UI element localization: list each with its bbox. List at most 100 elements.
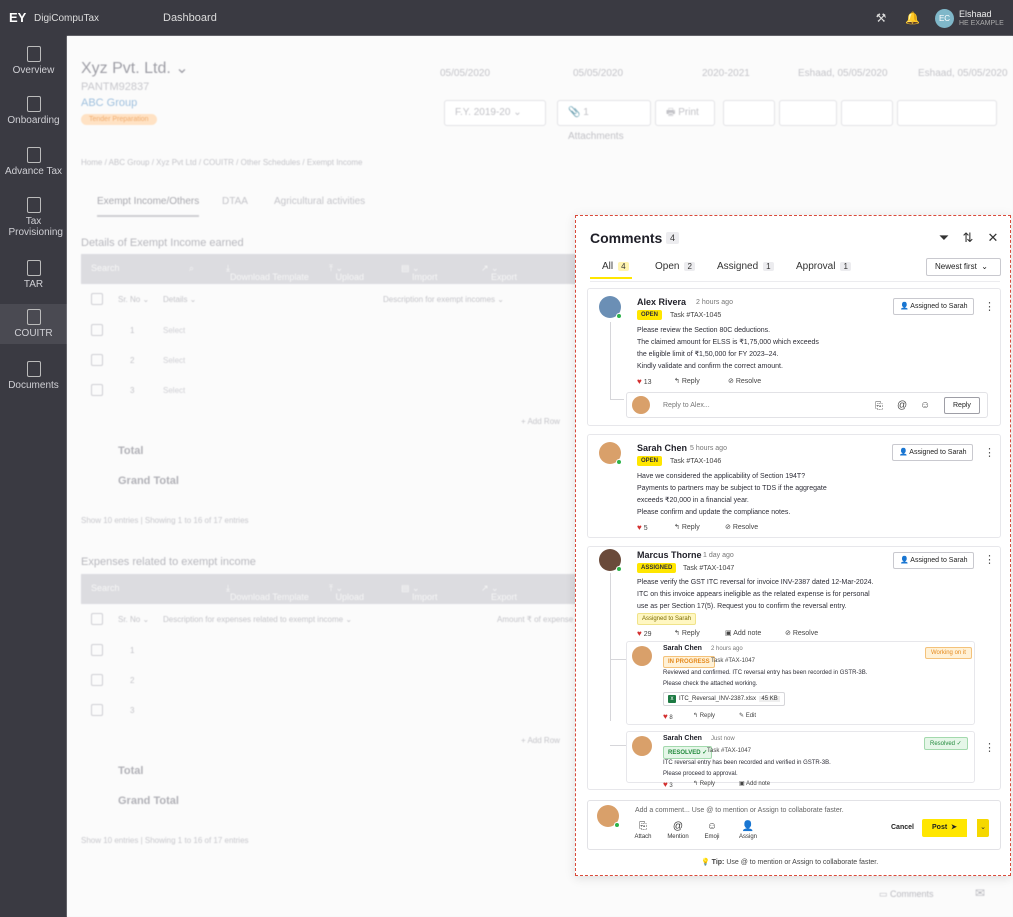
download-template-button[interactable]: ⤓ Download Template xyxy=(226,263,309,282)
sort-icon[interactable]: ⇅ xyxy=(960,230,976,246)
column-header[interactable]: Description for exempt incomes ⌄ xyxy=(383,295,504,304)
add-note-button[interactable]: ▣ Add note xyxy=(739,780,770,787)
more-icon[interactable]: ⋮ xyxy=(984,553,995,566)
toolbar-button[interactable] xyxy=(779,100,837,126)
author-name[interactable]: Alex Rivera xyxy=(637,297,686,307)
comments-toggle[interactable]: ▭ Comments xyxy=(879,889,934,900)
author-name[interactable]: Sarah Chen xyxy=(637,443,687,453)
page-title[interactable]: Dashboard xyxy=(163,12,217,24)
row-checkbox[interactable] xyxy=(91,644,103,656)
tools-icon[interactable]: ⚒ xyxy=(874,11,888,25)
reply-submit-button[interactable]: Reply xyxy=(944,397,980,414)
author-name[interactable]: Sarah Chen xyxy=(663,645,702,652)
upload-button[interactable]: ⤒ Upload ⌄ xyxy=(329,583,364,602)
search-input[interactable]: Search xyxy=(91,583,120,593)
row-checkbox[interactable] xyxy=(91,674,103,686)
column-header[interactable]: Sr. No ⌄ xyxy=(118,295,149,304)
column-header[interactable]: Details ⌄ xyxy=(163,295,196,304)
reply-button[interactable]: ↰ Reply xyxy=(693,780,715,787)
toolbar-button[interactable] xyxy=(723,100,775,126)
edit-button[interactable]: ✎ Edit xyxy=(739,712,756,719)
details-select[interactable]: Select xyxy=(163,386,185,395)
emoji-icon[interactable]: ☺ xyxy=(920,400,930,411)
attach-icon[interactable]: ⎘ xyxy=(875,401,883,412)
attachment-file[interactable]: x ITC_Reversal_INV-2387.xlsx 45 KB xyxy=(663,692,785,706)
row-checkbox[interactable] xyxy=(91,704,103,716)
tab-assigned[interactable]: Assigned 1 xyxy=(717,261,774,272)
sort-select[interactable]: Newest first ⌄ xyxy=(926,258,1001,276)
sidebar-item-tar[interactable]: TAR xyxy=(0,260,67,290)
fy-select[interactable]: F.Y. 2019-20 ⌄ xyxy=(444,100,546,126)
reply-button[interactable]: ↰ Reply xyxy=(674,377,700,385)
toolbar-button[interactable] xyxy=(841,100,893,126)
sidebar-item-overview[interactable]: Overview xyxy=(0,46,67,76)
like-button[interactable]: ♥ 13 xyxy=(637,377,652,386)
upload-button[interactable]: ⤒ Upload ⌄ xyxy=(329,263,364,282)
attach-button[interactable]: ⎘ Attach xyxy=(631,821,655,840)
more-icon[interactable]: ⋮ xyxy=(984,300,995,313)
company-name[interactable]: Xyz Pvt. Ltd. ⌄ xyxy=(81,58,189,78)
tab-open[interactable]: Open 2 xyxy=(655,261,695,272)
author-name[interactable]: Sarah Chen xyxy=(663,735,702,742)
assign-button[interactable]: 👤 Assigned to Sarah xyxy=(893,552,975,569)
task-id[interactable]: Task #TAX-1047 xyxy=(711,658,755,664)
sidebar-item-documents[interactable]: Documents xyxy=(0,361,67,391)
like-button[interactable]: ♥ 3 xyxy=(663,780,673,789)
row-checkbox[interactable] xyxy=(91,324,103,336)
task-id[interactable]: Task #TAX-1047 xyxy=(683,565,734,572)
download-template-button[interactable]: ⤓ Download Template xyxy=(226,583,309,602)
row-checkbox[interactable] xyxy=(91,354,103,366)
row-checkbox[interactable] xyxy=(91,384,103,396)
toolbar-button[interactable] xyxy=(897,100,997,126)
add-row-button[interactable]: + Add Row xyxy=(521,736,560,745)
task-id[interactable]: Task #TAX-1047 xyxy=(707,748,751,754)
print-button[interactable]: 🖶 Print xyxy=(655,100,715,126)
reply-button[interactable]: ↰ Reply xyxy=(674,629,700,637)
reply-input[interactable]: Reply to Alex... ⎘ @ ☺ Reply xyxy=(626,392,988,418)
group-link[interactable]: ABC Group xyxy=(81,97,137,109)
column-header[interactable]: Sr. No ⌄ xyxy=(118,615,149,624)
cancel-button[interactable]: Cancel xyxy=(891,824,914,831)
close-icon[interactable]: ✕ xyxy=(985,230,1001,246)
sidebar-item-couitr[interactable]: COUITR xyxy=(0,304,67,344)
search-icon[interactable]: ⌕ xyxy=(189,263,194,274)
export-button[interactable]: ↗ Export ⌄ xyxy=(481,263,517,282)
assign-user-button[interactable]: 👤 Assign xyxy=(736,821,760,840)
tab-dtaa[interactable]: DTAA xyxy=(222,196,248,207)
user-menu[interactable]: Elshaad HE EXAMPLE xyxy=(959,9,1004,29)
add-row-button[interactable]: + Add Row xyxy=(521,417,560,426)
details-select[interactable]: Select xyxy=(163,356,185,365)
tab-all[interactable]: All 4 xyxy=(602,261,629,272)
mail-icon[interactable]: ✉ xyxy=(975,886,985,900)
user-avatar[interactable]: EC xyxy=(935,9,954,28)
breadcrumb[interactable]: Home / ABC Group / Xyz Pvt Ltd / COUITR … xyxy=(81,158,362,167)
tab-agricultural[interactable]: Agricultural activities xyxy=(274,196,365,207)
mention-button[interactable]: @ Mention xyxy=(666,821,690,840)
sidebar-item-onboarding[interactable]: Onboarding xyxy=(0,96,67,126)
more-icon[interactable]: ⋮ xyxy=(984,741,995,754)
ey-logo[interactable]: EY xyxy=(9,10,26,25)
tab-exempt-income[interactable]: Exempt Income/Others xyxy=(97,196,200,217)
filter-icon[interactable]: ⏷ xyxy=(936,230,952,246)
comment-input[interactable]: Add a comment... Use @ to mention or Ass… xyxy=(635,807,844,814)
column-header[interactable]: Description for expenses related to exem… xyxy=(163,615,352,624)
author-name[interactable]: Marcus Thorne xyxy=(637,550,702,560)
resolve-button[interactable]: ⊘ Resolve xyxy=(728,377,761,385)
task-id[interactable]: Task #TAX-1045 xyxy=(670,312,721,319)
like-button[interactable]: ♥ 8 xyxy=(663,712,673,721)
details-select[interactable]: Select xyxy=(163,326,185,335)
select-all-checkbox[interactable] xyxy=(91,293,103,305)
task-id[interactable]: Task #TAX-1046 xyxy=(670,458,721,465)
reply-button[interactable]: ↰ Reply xyxy=(674,523,700,531)
mention-icon[interactable]: @ xyxy=(897,400,907,411)
import-button[interactable]: ▤ Import ⌄ xyxy=(401,263,438,282)
resolve-button[interactable]: ⊘ Resolve xyxy=(785,629,818,637)
emoji-button[interactable]: ☺ Emoji xyxy=(700,821,724,840)
sidebar-item-tax-provisioning[interactable]: Tax Provisioning xyxy=(0,197,67,238)
import-button[interactable]: ▤ Import ⌄ xyxy=(401,583,438,602)
add-note-button[interactable]: ▣ Add note xyxy=(725,629,761,637)
assign-button[interactable]: 👤 Assigned to Sarah xyxy=(893,298,975,315)
select-all-checkbox[interactable] xyxy=(91,613,103,625)
sidebar-item-advance-tax[interactable]: Advance Tax xyxy=(0,147,67,177)
more-icon[interactable]: ⋮ xyxy=(984,446,995,459)
